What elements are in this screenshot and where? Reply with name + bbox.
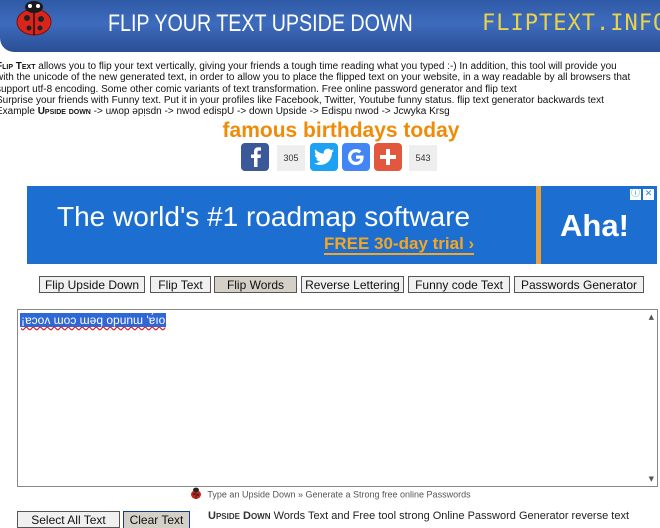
ladybug-small-icon xyxy=(191,487,202,499)
funny-code-text-button[interactable]: Funny code Text xyxy=(408,276,510,293)
flip-words-button[interactable]: Flip Words xyxy=(214,276,297,293)
scroll-down-icon[interactable]: ▼ xyxy=(649,475,654,483)
intro-line-1: allows you to flip your text vertically,… xyxy=(35,61,617,72)
ad-divider xyxy=(536,186,541,264)
scroll-up-icon[interactable]: ▲ xyxy=(649,313,654,321)
ad-banner[interactable]: The world's #1 roadmap software FREE 30-… xyxy=(27,186,657,264)
ad-headline: The world's #1 roadmap software xyxy=(57,201,471,232)
twitter-share-button[interactable] xyxy=(310,143,338,171)
flipped-text-value[interactable]: ¡ɐɔoʌ ɯoɔ ɯǝq opunɯ 'ɐ́ıo xyxy=(20,313,167,327)
flip-text-button[interactable]: Flip Text xyxy=(150,276,211,293)
intro-line-2: with the unicode of the new generated te… xyxy=(0,72,631,84)
facebook-share-button[interactable] xyxy=(241,143,269,171)
ad-info-icon[interactable]: ⓘ xyxy=(630,189,641,200)
facebook-share-count: 305 xyxy=(277,145,305,171)
google-icon xyxy=(348,149,364,165)
select-all-text-button[interactable]: Select All Text xyxy=(17,511,120,528)
intro-line-4: Surprise your friends with Funny text. P… xyxy=(0,94,604,106)
header-brand[interactable]: FLIPTEXT.INFO xyxy=(482,11,660,36)
footer-links: Type an Upside Down » Generate a Strong … xyxy=(0,487,660,502)
ad-close-icon[interactable]: ✕ xyxy=(643,189,654,200)
ad-logo: Aha! xyxy=(560,208,629,243)
site-header: FLIP YOUR TEXT UPSIDE DOWN FLIPTEXT.INFO xyxy=(0,0,660,52)
intro-flip-text-label: Flip Text xyxy=(0,61,36,72)
footer-link-line[interactable]: Type an Upside Down » Generate a Strong … xyxy=(207,489,470,499)
intro-example-prefix: Example xyxy=(0,106,38,118)
clear-text-button[interactable]: Clear Text xyxy=(123,511,190,528)
intro-line-3: support utf-8 encoding. Some other comic… xyxy=(0,83,517,95)
flip-upside-down-button[interactable]: Flip Upside Down xyxy=(39,276,145,293)
flipped-text-area[interactable]: ¡ɐɔoʌ ɯoɔ ɯǝq opunɯ 'ɐ́ıo ▲ ▼ xyxy=(17,309,658,487)
footer-upside-down-label: Upside Down xyxy=(208,510,271,522)
more-share-button[interactable] xyxy=(374,143,402,171)
more-share-count: 543 xyxy=(409,145,437,171)
passwords-generator-button[interactable]: Passwords Generator xyxy=(514,276,644,293)
header-title: FLIP YOUR TEXT UPSIDE DOWN xyxy=(108,10,413,37)
google-share-button[interactable] xyxy=(342,143,370,171)
facebook-icon xyxy=(251,147,261,167)
plus-icon xyxy=(380,149,396,165)
intro-text: Flip Text allows you to flip your text v… xyxy=(0,61,660,117)
twitter-icon xyxy=(314,148,334,165)
famous-birthdays-link[interactable]: famous birthdays today xyxy=(0,119,660,143)
footer-description: Upside Down Words Text and Free tool str… xyxy=(208,510,629,522)
reverse-lettering-button[interactable]: Reverse Lettering xyxy=(301,276,404,293)
intro-example-text: -> uʍop ǝpᴉsdn -> nwod edispU -> down Up… xyxy=(90,106,450,118)
ad-cta[interactable]: FREE 30-day trial › xyxy=(324,235,475,255)
ladybug-logo-icon xyxy=(16,1,52,36)
intro-example-label: Upside down xyxy=(37,106,91,118)
footer-description-text: Words Text and Free tool strong Online P… xyxy=(270,510,629,522)
